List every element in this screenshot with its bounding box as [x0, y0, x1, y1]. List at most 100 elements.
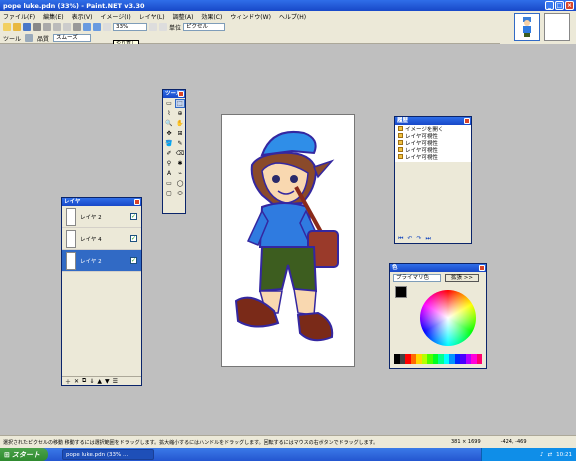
volume-icon[interactable]: ♪ — [540, 452, 544, 458]
layer-visibility-checkbox[interactable]: ✓ — [130, 257, 137, 264]
menu-bar: ファイル(F) 編集(E) 表示(V) イメージ(I) レイヤ(L) 調整(A) 効果(C)… — [0, 11, 500, 21]
tool-button-17[interactable]: ◯ — [175, 179, 185, 188]
redo-icon[interactable] — [93, 23, 101, 31]
redo-history-icon[interactable]: ↷ — [416, 235, 421, 242]
status-hint: 選択されたピクセルの移動 移動するには選択範囲をドラッグします。拡大縮小するには… — [3, 439, 379, 446]
minimize-button[interactable]: _ — [545, 1, 554, 10]
tool-button-8[interactable]: 🪣 — [164, 139, 174, 148]
cut-icon[interactable] — [43, 23, 51, 31]
tool-button-13[interactable]: ✱ — [175, 159, 185, 168]
taskbar-item-paintnet[interactable]: pope luke.pdn (33% ... — [62, 449, 154, 460]
close-button[interactable]: × — [565, 1, 574, 10]
zoom-combo[interactable]: 33% — [113, 23, 147, 31]
duplicate-layer-icon[interactable]: ⧉ — [82, 377, 86, 385]
character-artwork — [234, 131, 339, 342]
tool-button-12[interactable]: ⚲ — [164, 159, 174, 168]
primary-color-swatch[interactable] — [395, 286, 407, 298]
units-combo[interactable]: ピクセル — [183, 23, 226, 31]
layer-visibility-checkbox[interactable]: ✓ — [130, 235, 137, 242]
layer-visibility-checkbox[interactable]: ✓ — [130, 213, 137, 220]
forward-icon[interactable]: ⏭ — [425, 235, 430, 243]
tool-button-9[interactable]: ✎ — [175, 139, 185, 148]
colors-panel: 色 プライマリ色 拡張 >> — [389, 263, 487, 369]
tool-button-0[interactable]: ▭ — [164, 99, 174, 108]
save-icon[interactable] — [23, 23, 31, 31]
crop-icon[interactable] — [73, 23, 81, 31]
zoom-in-icon[interactable] — [149, 23, 157, 31]
tool-button-11[interactable]: ⌫ — [175, 149, 185, 158]
new-icon[interactable] — [3, 23, 11, 31]
maximize-button[interactable]: □ — [555, 1, 564, 10]
layer-row[interactable]: レイヤ 2 ✓ — [62, 206, 141, 228]
rewind-icon[interactable]: ⏮ — [398, 235, 403, 243]
start-button[interactable]: ⊞ スタート — [0, 448, 48, 461]
tool-button-19[interactable]: ⬭ — [175, 189, 185, 198]
layer-name: レイヤ 2 — [80, 258, 102, 265]
grid-icon[interactable] — [159, 23, 167, 31]
color-wheel[interactable] — [420, 290, 476, 346]
tool-button-5[interactable]: ✋ — [175, 119, 185, 128]
menu-item-2[interactable]: 表示(V) — [72, 12, 93, 21]
image-thumbnails — [500, 11, 576, 44]
move-down-icon[interactable]: ▼ — [105, 378, 110, 385]
layers-close-icon[interactable] — [134, 199, 140, 205]
window-title: pope luke.pdn (33%) - Paint.NET v3.30 — [3, 1, 145, 10]
menu-item-1[interactable]: 編集(E) — [43, 12, 63, 21]
copy-icon[interactable] — [53, 23, 61, 31]
image-canvas[interactable] — [221, 114, 355, 367]
expand-button[interactable]: 拡張 >> — [445, 274, 479, 282]
tool-button-6[interactable]: ✥ — [164, 129, 174, 138]
network-icon[interactable]: ⇄ — [548, 452, 553, 458]
history-panel-title: 履歴 — [397, 118, 409, 124]
undo-icon[interactable] — [83, 23, 91, 31]
tool-button-14[interactable]: A — [164, 169, 174, 178]
start-label: スタート — [11, 450, 40, 459]
menu-item-5[interactable]: 調整(A) — [173, 12, 194, 21]
tool-button-1[interactable]: ⬚ — [175, 99, 185, 108]
undo-history-icon[interactable]: ↶ — [407, 235, 412, 242]
add-layer-icon[interactable]: ＋ — [65, 377, 71, 386]
image-thumb-2[interactable] — [544, 13, 570, 41]
tool-button-10[interactable]: ✐ — [164, 149, 174, 158]
tool-select-icon[interactable] — [25, 34, 34, 42]
menu-item-6[interactable]: 効果(C) — [201, 12, 222, 21]
menu-item-4[interactable]: レイヤ(L) — [139, 12, 165, 21]
tool-button-7[interactable]: ⊞ — [175, 129, 185, 138]
layer-properties-icon[interactable]: ☰ — [113, 378, 118, 385]
image-thumb-active[interactable] — [514, 13, 540, 41]
tool-button-2[interactable]: ⌇ — [164, 109, 174, 118]
history-toolbar: ⏮ ↶ ↷ ⏭ — [395, 234, 471, 243]
layers-panel-title: レイヤ — [64, 199, 81, 205]
tool-button-18[interactable]: ▢ — [164, 189, 174, 198]
tool-button-16[interactable]: ▭ — [164, 179, 174, 188]
tool-button-4[interactable]: 🔍 — [164, 119, 174, 128]
history-item[interactable]: レイヤ可視性 — [395, 153, 471, 161]
layer-row[interactable]: レイヤ 2 ✓ — [62, 250, 141, 272]
merge-layer-icon[interactable]: ⇓ — [89, 378, 94, 385]
palette-swatch[interactable] — [476, 354, 482, 364]
layer-row[interactable]: レイヤ 4 ✓ — [62, 228, 141, 250]
layer-thumbnail — [66, 251, 76, 270]
menu-item-0[interactable]: ファイル(F) — [3, 12, 35, 21]
print-icon[interactable] — [33, 23, 41, 31]
colors-close-icon[interactable] — [479, 265, 485, 271]
menu-item-8[interactable]: ヘルプ(H) — [279, 12, 306, 21]
menu-item-7[interactable]: ウィンドウ(W) — [230, 12, 271, 21]
history-close-icon[interactable] — [464, 118, 470, 124]
open-icon[interactable] — [13, 23, 21, 31]
color-palette[interactable] — [394, 354, 482, 364]
color-mode-combo[interactable]: プライマリ色 — [393, 274, 441, 282]
delete-layer-icon[interactable]: ✕ — [74, 378, 79, 385]
status-bar: 選択されたピクセルの移動 移動するには選択範囲をドラッグします。拡大縮小するには… — [0, 435, 576, 448]
quality-combo[interactable]: スムーズ — [53, 34, 92, 42]
history-item-icon — [398, 133, 403, 138]
tools-close-icon[interactable] — [178, 91, 184, 97]
paintnet-window: pope luke.pdn (33%) - Paint.NET v3.30 _ … — [0, 0, 576, 461]
menu-item-3[interactable]: イメージ(I) — [100, 12, 130, 21]
move-up-icon[interactable]: ▲ — [97, 378, 102, 385]
paste-icon[interactable] — [63, 23, 71, 31]
tool-button-3[interactable]: ⊕ — [175, 109, 185, 118]
zoom-out-icon[interactable] — [103, 23, 111, 31]
layer-thumbnail — [66, 229, 76, 248]
tool-button-15[interactable]: ⌁ — [175, 169, 185, 178]
